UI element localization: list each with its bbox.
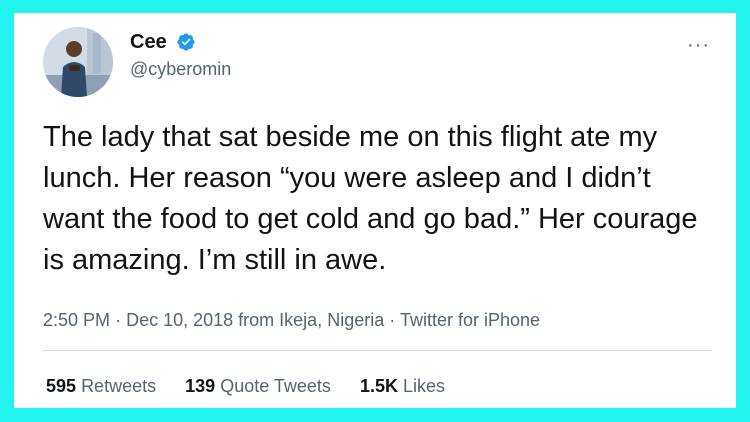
- tweet-card: Cee @cyberomin ··· The lady that sat bes…: [14, 13, 736, 408]
- tweet-location[interactable]: from Ikeja, Nigeria: [238, 310, 384, 330]
- avatar[interactable]: [43, 27, 113, 97]
- meta-separator: ·: [115, 310, 122, 330]
- likes-label: Likes: [402, 376, 446, 396]
- tweet-time[interactable]: 2:50 PM: [43, 310, 110, 330]
- verified-badge-icon: [176, 32, 196, 59]
- user-handle[interactable]: @cyberomin: [130, 57, 231, 81]
- tweet-date[interactable]: Dec 10, 2018: [126, 310, 233, 330]
- profile-photo: [43, 27, 113, 97]
- display-name-text: Cee: [130, 31, 167, 53]
- tweet-metadata: 2:50 PM · Dec 10, 2018 from Ikeja, Niger…: [43, 308, 540, 332]
- likes-stat[interactable]: 1.5K Likes: [360, 376, 445, 396]
- retweets-stat[interactable]: 595 Retweets: [46, 376, 156, 396]
- display-name[interactable]: Cee: [130, 29, 196, 59]
- retweets-label: Retweets: [81, 376, 157, 396]
- tweet-stats: 595 Retweets 139 Quote Tweets 1.5K Likes: [46, 374, 469, 398]
- quote-tweets-stat[interactable]: 139 Quote Tweets: [185, 376, 331, 396]
- quote-tweets-count: 139: [185, 376, 216, 396]
- tweet-source[interactable]: Twitter for iPhone: [400, 310, 540, 330]
- divider: [43, 350, 712, 351]
- tweet-text: The lady that sat beside me on this flig…: [43, 121, 698, 276]
- retweets-count: 595: [46, 376, 77, 396]
- more-options-icon[interactable]: ···: [687, 35, 710, 55]
- likes-count: 1.5K: [359, 376, 398, 396]
- meta-separator-2: ·: [389, 310, 396, 330]
- quote-tweets-label: Quote Tweets: [220, 376, 331, 396]
